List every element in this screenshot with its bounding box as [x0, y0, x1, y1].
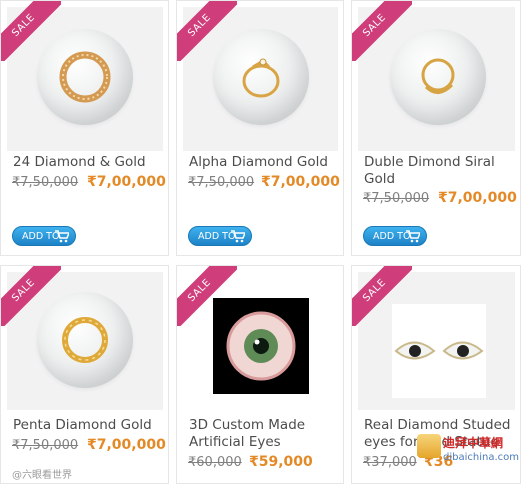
add-to-cart-button[interactable]: ADD TO — [12, 226, 76, 246]
product-name[interactable]: Duble Dimond Siral Gold — [364, 154, 495, 188]
sale-price: ₹7,00,000 — [261, 174, 340, 190]
old-price: ₹7,50,000 — [188, 175, 255, 190]
sale-price: ₹59,000 — [249, 454, 313, 470]
product-name[interactable]: 24 Diamond & Gold — [13, 154, 146, 171]
product-card[interactable]: SALE Alpha Diamond Gold ₹7,50,000 ₹7,00,… — [176, 0, 344, 256]
watermark-cn: 迪拜中華網 — [443, 436, 504, 450]
product-card[interactable]: SALE 24 Diamond & Gold ₹7,50,000 ₹7,00,0… — [0, 0, 169, 256]
add-to-cart-button[interactable]: ADD TO — [188, 226, 252, 246]
old-price: ₹60,000 — [188, 455, 242, 470]
old-price: ₹7,50,000 — [12, 438, 79, 453]
sale-price: ₹7,00,000 — [87, 174, 166, 190]
sale-ribbon: SALE — [177, 266, 237, 326]
cart-icon — [231, 230, 245, 243]
add-to-cart-button[interactable]: ADD TO — [363, 226, 427, 246]
sale-ribbon: SALE — [1, 266, 61, 326]
sale-ribbon: SALE — [352, 266, 412, 326]
product-card[interactable]: SALE Penta Diamond Gold ₹7,50,000 ₹7,00,… — [0, 265, 169, 484]
cart-icon — [406, 230, 420, 243]
cart-icon — [55, 230, 69, 243]
sale-ribbon: SALE — [177, 1, 237, 61]
site-watermark: 迪拜中華網 dibaichina.com — [417, 432, 519, 480]
sale-ribbon: SALE — [1, 1, 61, 61]
product-name[interactable]: Penta Diamond Gold — [13, 417, 152, 434]
sale-ribbon: SALE — [352, 1, 412, 61]
old-price: ₹7,50,000 — [363, 191, 430, 206]
watermark-text: @六眼看世界 — [12, 470, 72, 481]
logo-icon — [417, 434, 441, 458]
old-price: ₹37,000 — [363, 455, 417, 470]
product-card[interactable]: SALE 3D Custom Made Artificial Eyes ₹60,0… — [176, 265, 344, 484]
sale-price: ₹7,00,000 — [87, 437, 166, 453]
product-name[interactable]: Alpha Diamond Gold — [189, 154, 328, 171]
watermark-url: dibaichina.com — [443, 452, 519, 463]
product-card[interactable]: SALE Duble Dimond Siral Gold ₹7,50,000 ₹7… — [351, 0, 521, 256]
product-name[interactable]: 3D Custom Made Artificial Eyes — [189, 417, 305, 451]
old-price: ₹7,50,000 — [12, 175, 79, 190]
sale-price: ₹7,00,000 — [438, 190, 517, 206]
